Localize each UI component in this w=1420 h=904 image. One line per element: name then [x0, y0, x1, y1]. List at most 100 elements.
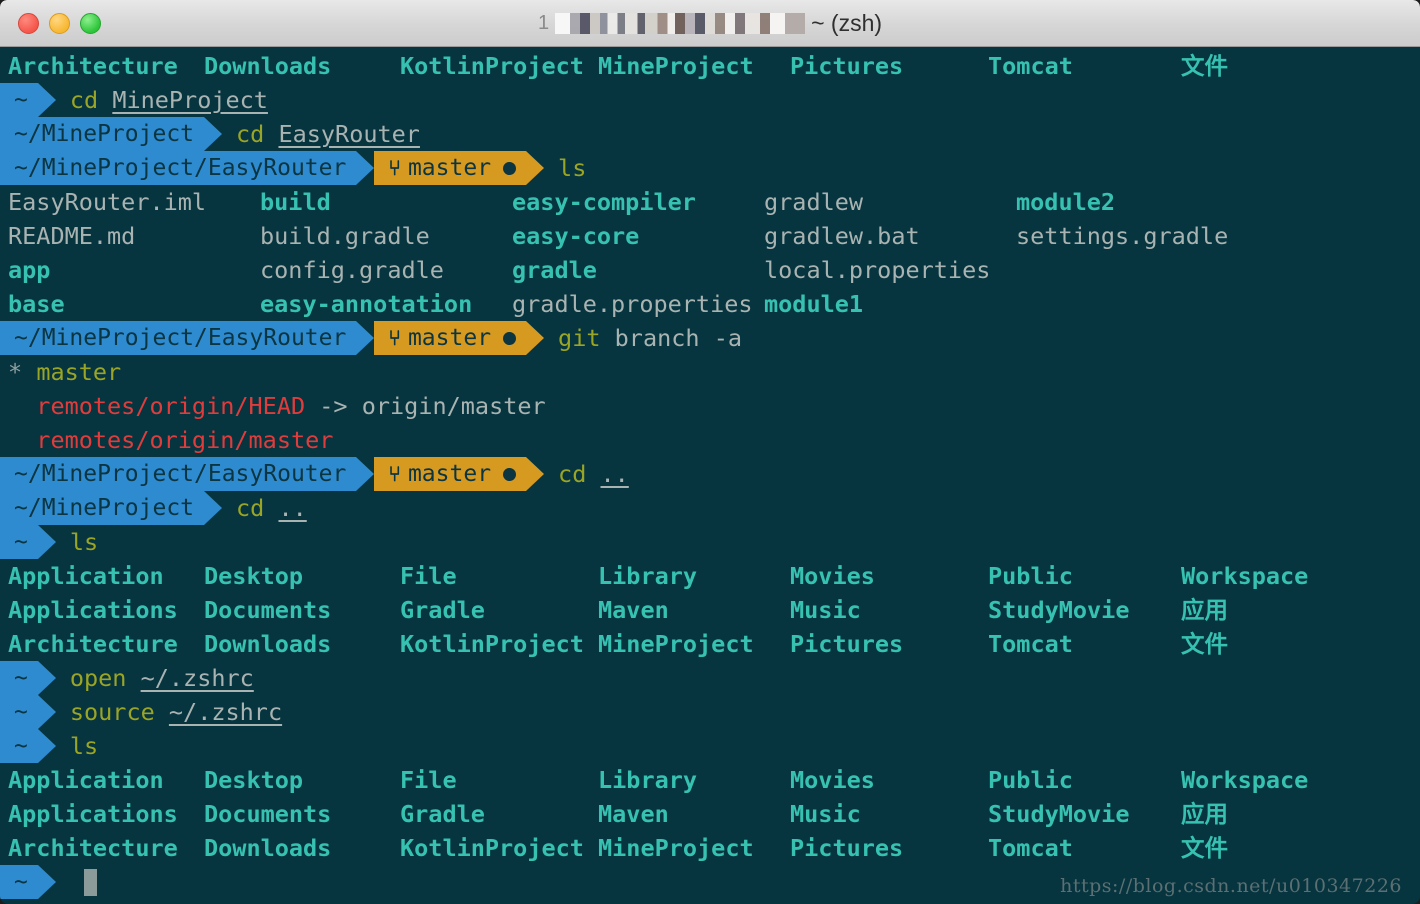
prompt-arrow-icon — [526, 151, 545, 185]
ls-cell: local.properties — [764, 256, 991, 284]
zoom-button[interactable] — [80, 12, 101, 34]
prompt-arrow-icon — [356, 151, 375, 185]
ls-cell: 文件 — [1181, 630, 1228, 658]
command-area: cd .. — [222, 491, 307, 525]
ls-cell: Downloads — [204, 52, 332, 80]
terminal-body[interactable]: Architecture Downloads KotlinProject Min… — [0, 47, 1420, 904]
git-branch-icon: ⑂ — [388, 156, 401, 180]
ls-cell: KotlinProject — [400, 834, 584, 862]
close-button[interactable] — [18, 12, 39, 34]
window-title: 1 ~ (zsh) — [0, 0, 1420, 46]
prompt-git-segment: ⑂ master — [374, 457, 527, 491]
remote-head-target: origin/master — [361, 392, 546, 420]
watermark-text: https://blog.csdn.net/u010347226 — [1060, 875, 1402, 897]
prompt-line-ls-2: ~ ls — [0, 525, 1420, 559]
command-name: cd — [558, 460, 587, 488]
ls-cell: Architecture — [8, 834, 178, 862]
ls-cell: Pictures — [790, 834, 904, 862]
ls-cell: README.md — [8, 222, 136, 250]
ls-cell: gradle — [512, 256, 597, 284]
window-title-suffix: ~ (zsh) — [811, 9, 883, 36]
prompt-path-segment: ~ — [0, 865, 38, 899]
command-area: cd EasyRouter — [222, 117, 420, 151]
prompt-arrow-icon — [204, 117, 223, 151]
git-branch-name: master — [407, 461, 492, 487]
ls-cell: Maven — [598, 596, 669, 624]
command-input-area[interactable] — [56, 865, 97, 899]
ls-cell: build — [260, 188, 331, 216]
ls-cell: KotlinProject — [400, 630, 584, 658]
ls-cell: base — [8, 290, 65, 318]
current-branch-name: master — [36, 358, 122, 386]
prompt-path-segment: ~/MineProject — [0, 491, 205, 525]
command-name: cd — [236, 120, 265, 148]
prompt-path-segment: ~ — [0, 525, 38, 559]
ls-cell: EasyRouter.iml — [8, 188, 207, 216]
ls-cell: Maven — [598, 800, 669, 828]
ls-cell: config.gradle — [260, 256, 444, 284]
ls-output-row: base easy-annotation gradle.properties m… — [0, 287, 1420, 321]
ls-cell: Public — [988, 562, 1073, 590]
arrow-glyph: -> — [319, 392, 348, 420]
prompt-line-cd-up-2: ~/MineProject cd .. — [0, 491, 1420, 525]
command-area: cd .. — [544, 457, 629, 491]
ls-cell: Movies — [790, 562, 875, 590]
prompt-line-cd-easyrouter: ~/MineProject cd EasyRouter — [0, 117, 1420, 151]
command-argument: .. — [600, 460, 629, 488]
git-branch-icon: ⑂ — [388, 326, 401, 350]
ls-cell: MineProject — [598, 630, 754, 658]
ls-cell: module2 — [1016, 188, 1116, 216]
minimize-button[interactable] — [49, 12, 70, 34]
prompt-arrow-icon — [526, 321, 545, 355]
prompt-line-cd-up-1: ~/MineProject/EasyRouter ⑂ master cd .. — [0, 457, 1420, 491]
ls-cell: Downloads — [204, 834, 332, 862]
prompt-arrow-icon — [204, 491, 223, 525]
ls-cell: Music — [790, 596, 861, 624]
ls-cell — [1016, 287, 1268, 321]
ls-output-row: app config.gradle gradle local.propertie… — [0, 253, 1420, 287]
command-name: ls — [558, 154, 587, 182]
command-area: source ~/.zshrc — [56, 695, 282, 729]
ls-output-row: EasyRouter.iml build easy-compiler gradl… — [0, 185, 1420, 219]
ls-cell: Applications — [8, 596, 178, 624]
command-argument: branch -a — [614, 324, 742, 352]
command-name: source — [69, 698, 155, 726]
prompt-line-open-zshrc: ~ open ~/.zshrc — [0, 661, 1420, 695]
ls-cell: 应用 — [1181, 800, 1228, 828]
prompt-arrow-icon — [37, 525, 56, 559]
prompt-path-segment: ~ — [0, 661, 38, 695]
prompt-arrow-icon — [37, 695, 56, 729]
command-name: ls — [69, 528, 99, 556]
command-area: open ~/.zshrc — [56, 661, 254, 695]
ls-cell: MineProject — [598, 52, 754, 80]
ls-output-row: README.md build.gradle easy-core gradlew… — [0, 219, 1420, 253]
ls-cell: Application — [8, 562, 164, 590]
command-name: ls — [69, 732, 99, 760]
ls-output-row: Applications Documents Gradle Maven Musi… — [0, 593, 1420, 627]
ls-cell: 应用 — [1181, 596, 1228, 624]
command-argument: .. — [278, 494, 307, 522]
ls-cell: File — [400, 562, 457, 590]
prompt-path-segment: ~/MineProject/EasyRouter — [0, 321, 357, 355]
ls-cell: build.gradle — [260, 222, 430, 250]
ls-output-row: Architecture Downloads KotlinProject Min… — [0, 831, 1420, 865]
ls-output-row: Application Desktop File Library Movies … — [0, 763, 1420, 797]
command-area: cd MineProject — [56, 83, 268, 117]
ls-cell: Workspace — [1181, 766, 1309, 794]
ls-cell: Documents — [204, 800, 332, 828]
command-name: git — [558, 324, 601, 352]
git-branch-current-line: * master — [0, 355, 1420, 389]
command-area: ls — [56, 525, 98, 559]
command-area: git branch -a — [544, 321, 742, 355]
git-dirty-dot-icon — [503, 331, 517, 345]
ls-cell: easy-annotation — [260, 290, 473, 318]
ls-cell: Architecture — [8, 52, 178, 80]
ls-cell: Workspace — [1181, 562, 1309, 590]
git-dirty-dot-icon — [503, 161, 517, 175]
git-branch-remote-master-line: remotes/origin/master — [0, 423, 1420, 457]
ls-cell: Application — [8, 766, 164, 794]
ls-cell: Pictures — [790, 630, 904, 658]
command-area: ls — [56, 729, 98, 763]
ls-cell: Tomcat — [988, 630, 1073, 658]
prompt-git-segment: ⑂ master — [374, 321, 527, 355]
